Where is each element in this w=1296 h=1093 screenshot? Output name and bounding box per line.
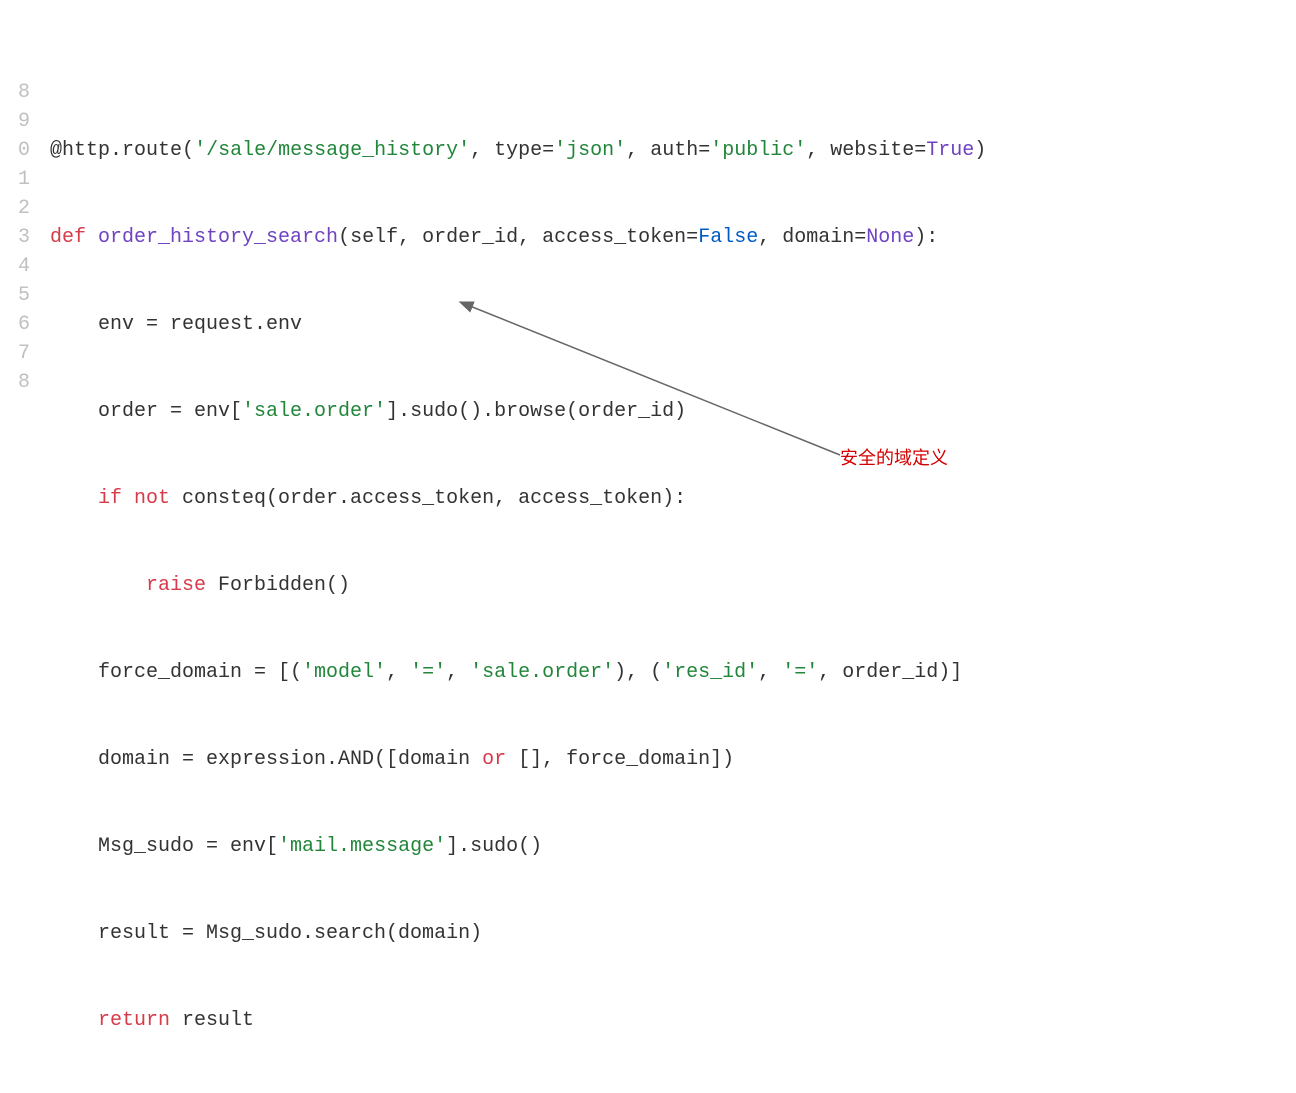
code-line: raise Forbidden() xyxy=(50,571,986,600)
code-line: force_domain = [('model', '=', 'sale.ord… xyxy=(50,658,986,687)
code-line: if not consteq(order.access_token, acces… xyxy=(50,484,986,513)
code-line: domain = expression.AND([domain or [], f… xyxy=(50,745,986,774)
line-number: 8 xyxy=(0,368,30,397)
code-line: Msg_sudo = env['mail.message'].sudo() xyxy=(50,832,986,861)
line-number: 8 xyxy=(0,78,30,107)
code-block: @http.route('/sale/message_history', typ… xyxy=(50,78,986,1093)
line-number: 2 xyxy=(0,194,30,223)
code-line: return result xyxy=(50,1006,986,1035)
line-number: 4 xyxy=(0,252,30,281)
line-number: 9 xyxy=(0,107,30,136)
line-number-gutter: 8 9 0 1 2 3 4 5 6 7 8 xyxy=(0,78,50,1093)
code-container: 8 9 0 1 2 3 4 5 6 7 8 @http.route('/sale… xyxy=(0,0,1296,1093)
code-line: @http.route('/sale/message_history', typ… xyxy=(50,136,986,165)
line-number: 7 xyxy=(0,339,30,368)
line-number: 1 xyxy=(0,165,30,194)
annotation-label: 安全的域定义 xyxy=(840,445,948,471)
code-line: order = env['sale.order'].sudo().browse(… xyxy=(50,397,986,426)
line-number: 6 xyxy=(0,310,30,339)
code-line: def order_history_search(self, order_id,… xyxy=(50,223,986,252)
line-number: 3 xyxy=(0,223,30,252)
line-number: 5 xyxy=(0,281,30,310)
line-number: 0 xyxy=(0,136,30,165)
code-line: env = request.env xyxy=(50,310,986,339)
code-line: result = Msg_sudo.search(domain) xyxy=(50,919,986,948)
